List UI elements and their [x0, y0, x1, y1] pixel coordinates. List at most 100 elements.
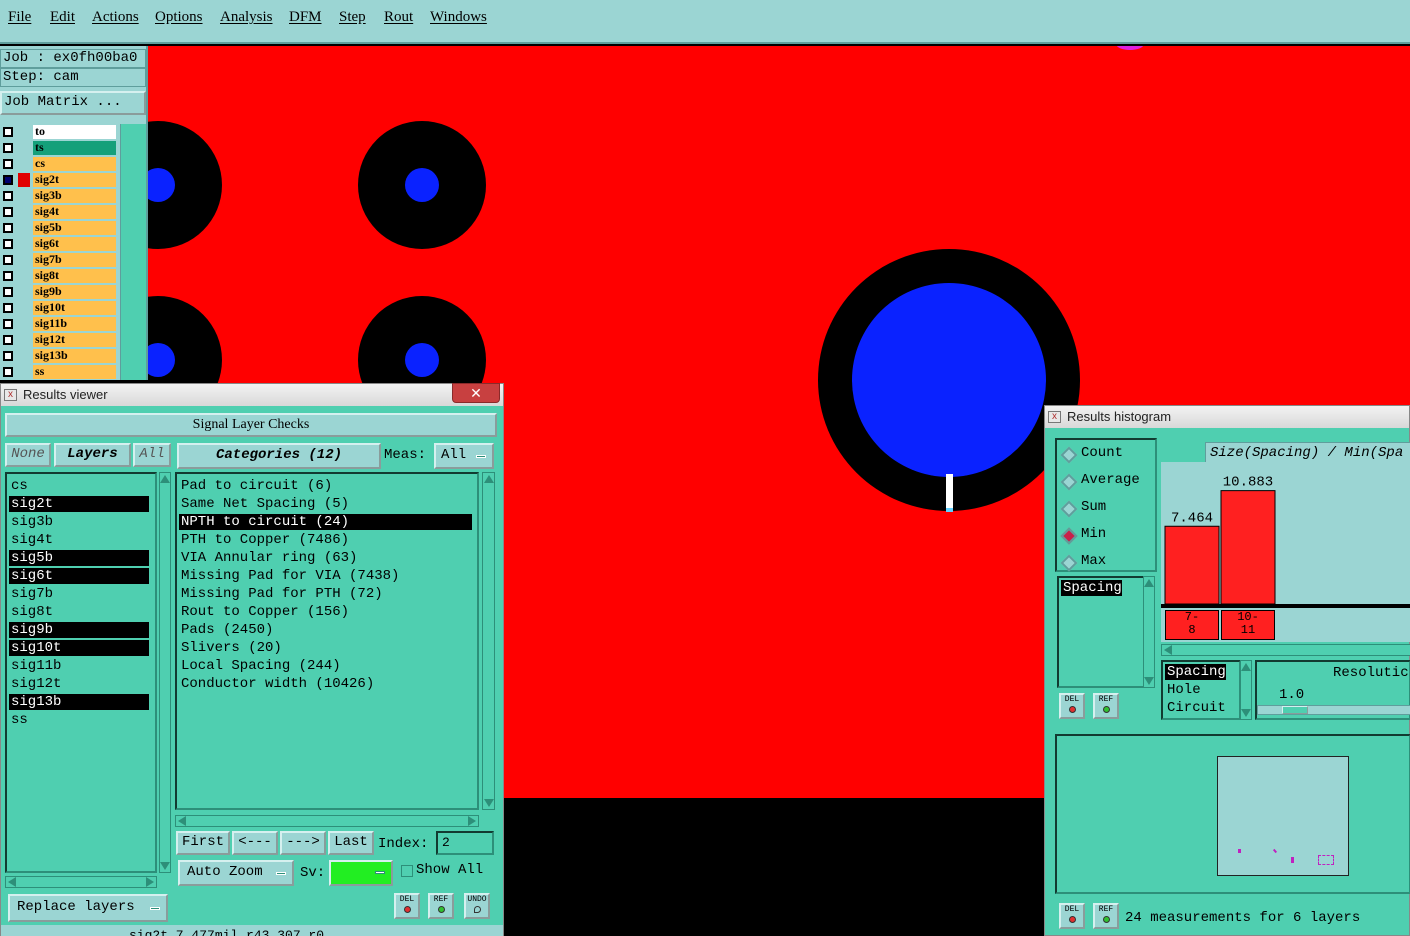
- result-layer-item[interactable]: sig8t: [9, 604, 149, 620]
- layer-list-scrollbar[interactable]: [120, 124, 146, 380]
- result-layer-item[interactable]: sig13b: [9, 694, 149, 710]
- layer-checkbox[interactable]: [3, 191, 13, 201]
- menu-dfm[interactable]: DFM: [289, 9, 322, 26]
- layer-row-sig13b[interactable]: sig13b: [0, 348, 118, 364]
- layer-checkbox[interactable]: [3, 271, 13, 281]
- layer-name[interactable]: ss: [33, 365, 116, 379]
- layers-hscrollbar[interactable]: [5, 876, 157, 888]
- menu-actions[interactable]: Actions: [92, 9, 139, 26]
- layer-color-swatch[interactable]: [18, 157, 30, 171]
- layer-checkbox[interactable]: [3, 351, 13, 361]
- category-item[interactable]: PTH to Copper (7486): [179, 532, 472, 548]
- overview-thumbnail[interactable]: [1217, 756, 1349, 876]
- category-type-item[interactable]: Circuit: [1165, 700, 1226, 716]
- menu-windows[interactable]: Windows: [430, 9, 487, 26]
- category-item[interactable]: Pads (2450): [179, 622, 472, 638]
- layer-name[interactable]: sig2t: [33, 173, 116, 187]
- layer-checkbox[interactable]: [3, 175, 13, 185]
- category-item[interactable]: Same Net Spacing (5): [179, 496, 472, 512]
- none-button[interactable]: None: [5, 443, 51, 467]
- resolution-slider[interactable]: [1257, 705, 1410, 715]
- first-button[interactable]: First: [176, 831, 230, 855]
- result-layer-item[interactable]: sig3b: [9, 514, 149, 530]
- layers-scrollbar[interactable]: [159, 472, 171, 873]
- mode-label[interactable]: Max: [1081, 553, 1106, 569]
- categories-hscrollbar[interactable]: [175, 815, 479, 827]
- slider-handle[interactable]: [1282, 706, 1308, 714]
- layer-name[interactable]: sig11b: [33, 317, 116, 331]
- category-type-list[interactable]: Spacing Hole Circuit: [1161, 660, 1241, 720]
- show-all-checkbox[interactable]: [401, 865, 413, 877]
- layer-row-sig8t[interactable]: sig8t: [0, 268, 118, 284]
- layer-name[interactable]: sig10t: [33, 301, 116, 315]
- category-item[interactable]: Slivers (20): [179, 640, 472, 656]
- layer-color-swatch[interactable]: [18, 221, 30, 235]
- mode-radio-max[interactable]: [1060, 554, 1078, 572]
- layer-name[interactable]: sig9b: [33, 285, 116, 299]
- layer-name[interactable]: sig7b: [33, 253, 116, 267]
- category-item[interactable]: Missing Pad for PTH (72): [179, 586, 472, 602]
- index-input[interactable]: 2: [436, 831, 494, 855]
- job-matrix-button[interactable]: Job Matrix ...: [0, 91, 146, 115]
- previous-button[interactable]: <---: [232, 831, 278, 855]
- all-layers-button[interactable]: All: [133, 443, 171, 467]
- category-item[interactable]: Rout to Copper (156): [179, 604, 472, 620]
- mode-radio-average[interactable]: [1060, 473, 1078, 491]
- category-item[interactable]: Missing Pad for VIA (7438): [179, 568, 472, 584]
- layer-row-sig5b[interactable]: sig5b: [0, 220, 118, 236]
- layer-name[interactable]: sig12t: [33, 333, 116, 347]
- category-item[interactable]: Conductor width (10426): [179, 676, 472, 692]
- layer-checkbox[interactable]: [3, 367, 13, 377]
- menu-edit[interactable]: Edit: [50, 9, 75, 26]
- layer-row-ts[interactable]: ts: [0, 140, 118, 156]
- undo-button[interactable]: UNDO: [464, 893, 490, 919]
- layer-row-sig10t[interactable]: sig10t: [0, 300, 118, 316]
- category-label[interactable]: 10- 11: [1221, 610, 1275, 640]
- mode-radio-count[interactable]: [1060, 446, 1078, 464]
- result-layer-item[interactable]: sig9b: [9, 622, 149, 638]
- layer-row-cs[interactable]: cs: [0, 156, 118, 172]
- histogram-hscrollbar[interactable]: [1161, 644, 1410, 656]
- mode-radio-sum[interactable]: [1060, 500, 1078, 518]
- layer-checkbox[interactable]: [3, 255, 13, 265]
- histogram-bar[interactable]: [1164, 525, 1220, 605]
- layer-color-swatch[interactable]: [18, 205, 30, 219]
- menu-step[interactable]: Step: [339, 9, 366, 26]
- layer-checkbox[interactable]: [3, 303, 13, 313]
- mode-label[interactable]: Count: [1081, 445, 1123, 461]
- result-layer-item[interactable]: ss: [9, 712, 149, 728]
- layer-checkbox[interactable]: [3, 239, 13, 249]
- layer-color-swatch[interactable]: [18, 253, 30, 267]
- categories-scrollbar[interactable]: [482, 472, 495, 810]
- layer-color-swatch[interactable]: [18, 317, 30, 331]
- histogram-refresh-button[interactable]: REF: [1093, 693, 1119, 719]
- layer-color-swatch[interactable]: [18, 333, 30, 347]
- layer-checkbox[interactable]: [3, 143, 13, 153]
- category-type-scrollbar[interactable]: [1240, 660, 1252, 720]
- layer-row-sig7b[interactable]: sig7b: [0, 252, 118, 268]
- result-layer-item[interactable]: sig5b: [9, 550, 149, 566]
- layer-checkbox[interactable]: [3, 287, 13, 297]
- category-type-item[interactable]: Spacing: [1165, 664, 1226, 680]
- layer-name[interactable]: to: [33, 125, 116, 139]
- categories-list[interactable]: Pad to circuit (6) Same Net Spacing (5) NP…: [175, 472, 479, 810]
- layer-row-sig2t[interactable]: sig2t: [0, 172, 118, 188]
- category-item[interactable]: VIA Annular ring (63): [179, 550, 472, 566]
- category-item[interactable]: Pad to circuit (6): [179, 478, 472, 494]
- layer-row-sig9b[interactable]: sig9b: [0, 284, 118, 300]
- measure-list-scrollbar[interactable]: [1143, 576, 1155, 688]
- result-layers-list[interactable]: cs sig2t sig3b sig4t sig5b sig6t sig7b sig8t sig…: [5, 472, 157, 873]
- histogram-refresh-button-2[interactable]: REF: [1093, 903, 1119, 929]
- category-item[interactable]: Local Spacing (244): [179, 658, 472, 674]
- layer-checkbox[interactable]: [3, 223, 13, 233]
- layer-color-swatch[interactable]: [18, 301, 30, 315]
- result-layer-item[interactable]: sig10t: [9, 640, 149, 656]
- auto-zoom-dropdown[interactable]: Auto Zoom: [178, 860, 294, 886]
- layer-name[interactable]: ts: [33, 141, 116, 155]
- category-label[interactable]: 7- 8: [1165, 610, 1219, 640]
- menu-rout[interactable]: Rout: [384, 9, 413, 26]
- check-set-header[interactable]: Signal Layer Checks: [5, 413, 497, 437]
- layer-name[interactable]: sig13b: [33, 349, 116, 363]
- mode-label[interactable]: Min: [1081, 526, 1106, 542]
- last-button[interactable]: Last: [328, 831, 374, 855]
